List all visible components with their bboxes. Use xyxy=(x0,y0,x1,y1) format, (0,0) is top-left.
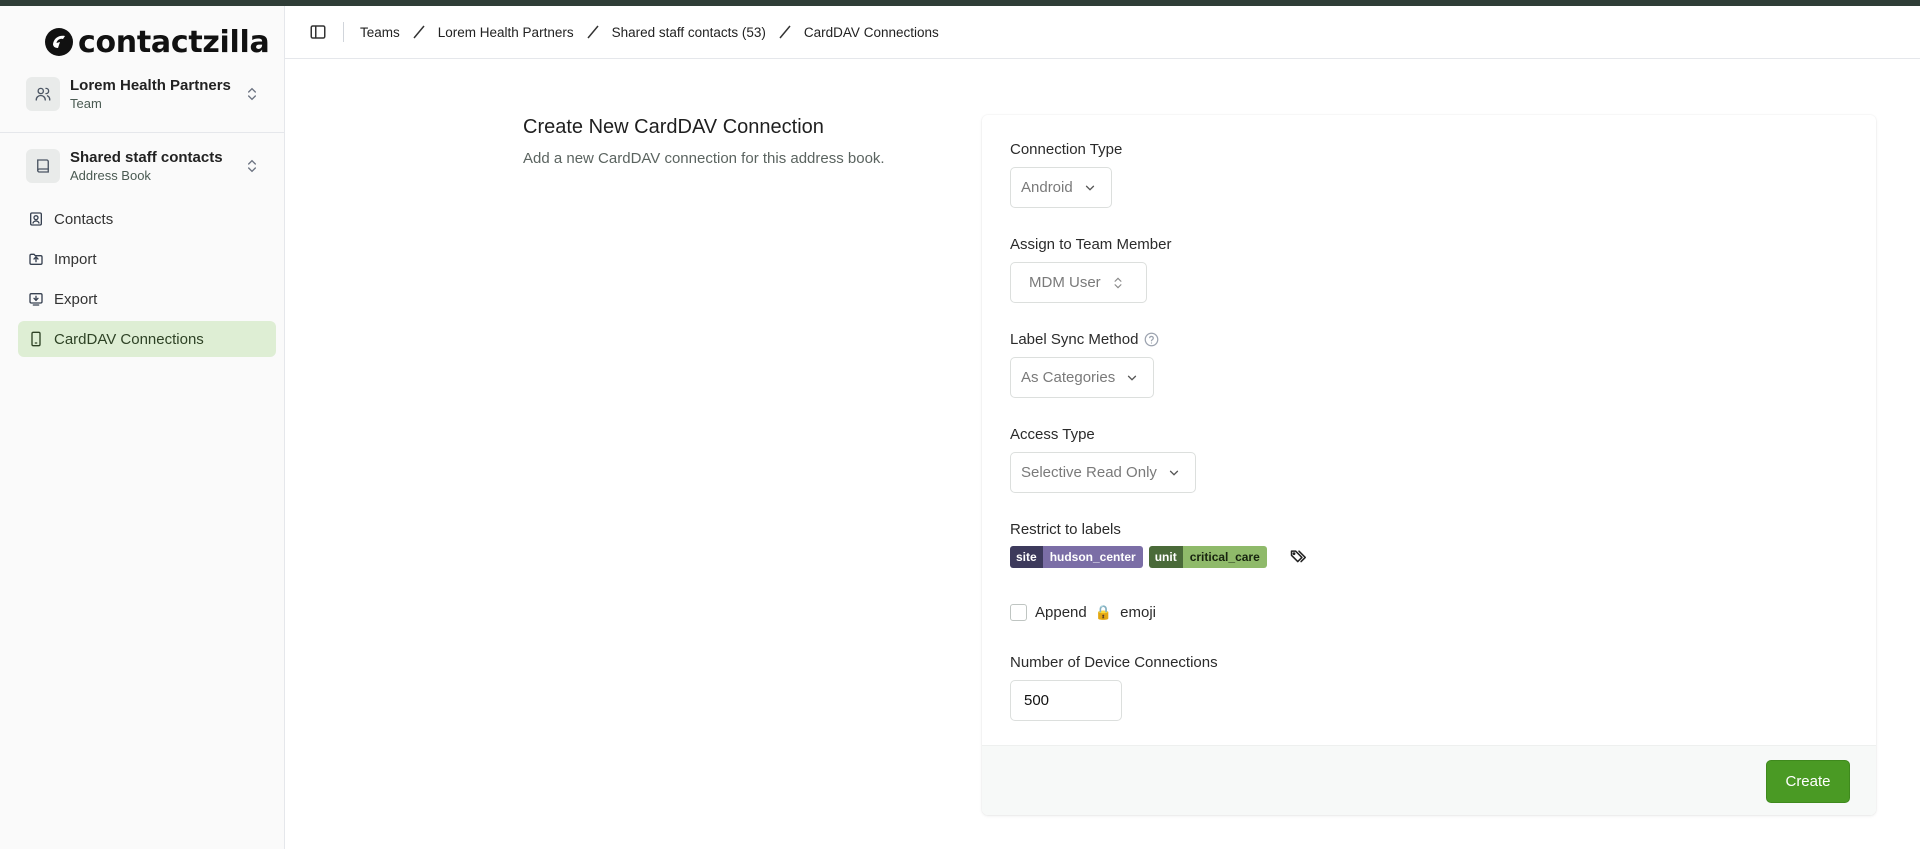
create-button[interactable]: Create xyxy=(1766,760,1850,803)
append-emoji-label-suffix: emoji xyxy=(1120,604,1157,621)
connection-form-card: Connection Type Android Assign to Team M… xyxy=(982,115,1876,815)
breadcrumb-teams[interactable]: Teams xyxy=(360,25,400,40)
access-type-label-text: Access Type xyxy=(1010,426,1095,443)
breadcrumb-separator-icon xyxy=(413,25,425,39)
team-member-value: MDM User xyxy=(1029,274,1101,291)
chevrons-up-down-icon xyxy=(248,87,256,101)
device-connections-label: Number of Device Connections xyxy=(1010,654,1218,671)
sidebar-item-label: Export xyxy=(54,290,98,308)
team-name: Lorem Health Partners xyxy=(70,77,231,94)
help-circle-icon[interactable] xyxy=(1144,332,1159,347)
sidebar-item-label: CardDAV Connections xyxy=(54,330,204,348)
chevron-down-icon xyxy=(1169,470,1179,476)
sidebar-item-contacts[interactable]: Contacts xyxy=(18,201,276,237)
smartphone-icon xyxy=(31,331,41,347)
breadcrumb-address-book[interactable]: Shared staff contacts (53) xyxy=(612,25,766,40)
restrict-labels-label: Restrict to labels xyxy=(1010,521,1121,538)
device-connections-label-text: Number of Device Connections xyxy=(1010,654,1218,671)
access-type-label: Access Type xyxy=(1010,426,1095,443)
device-connections-value: 500 xyxy=(1024,692,1050,709)
label-sync-method-value: As Categories xyxy=(1021,369,1116,386)
restrict-labels-list: site hudson_center unit critical_care xyxy=(1010,546,1309,568)
breadcrumb-separator-icon xyxy=(587,25,599,39)
restrict-labels-label-text: Restrict to labels xyxy=(1010,521,1121,538)
team-switcher[interactable]: Lorem Health Partners Team xyxy=(18,66,268,122)
label-tag-key: unit xyxy=(1148,546,1183,568)
append-emoji-label-prefix: Append xyxy=(1035,604,1087,621)
address-book-subtitle: Address Book xyxy=(70,168,151,183)
device-connections-input[interactable]: 500 xyxy=(1010,680,1122,721)
append-emoji-checkbox[interactable] xyxy=(1010,604,1027,621)
connection-type-select[interactable]: Android xyxy=(1010,167,1112,208)
label-sync-method-select[interactable]: As Categories xyxy=(1010,357,1154,398)
sidebar-item-import[interactable]: Import xyxy=(18,241,276,277)
team-member-label-text: Assign to Team Member xyxy=(1010,236,1172,253)
access-type-select[interactable]: Selective Read Only xyxy=(1010,452,1196,493)
chevron-down-icon xyxy=(1085,185,1094,191)
book-icon xyxy=(26,149,60,183)
lock-emoji: 🔒 xyxy=(1094,604,1113,620)
import-icon xyxy=(29,253,43,265)
connection-type-value: Android xyxy=(1021,179,1073,196)
label-sync-method-label: Label Sync Method xyxy=(1010,331,1159,348)
logo-mark-icon xyxy=(45,28,73,56)
access-type-value: Selective Read Only xyxy=(1021,464,1157,481)
contact-card-icon xyxy=(30,212,42,226)
connection-type-label: Connection Type xyxy=(1010,141,1122,158)
label-tag-value: hudson_center xyxy=(1042,546,1143,568)
chevrons-up-down-icon xyxy=(1114,277,1122,288)
users-icon xyxy=(26,77,60,111)
sidebar-item-carddav-connections[interactable]: CardDAV Connections xyxy=(18,321,276,357)
chevron-down-icon xyxy=(1128,375,1137,381)
tags-icon[interactable] xyxy=(1289,547,1309,567)
address-book-name: Shared staff contacts xyxy=(70,149,223,166)
top-header: Teams Lorem Health Partners Shared staff… xyxy=(285,6,1920,59)
label-tag-unit[interactable]: unit critical_care xyxy=(1148,546,1267,568)
breadcrumb-team[interactable]: Lorem Health Partners xyxy=(438,25,574,40)
header-divider xyxy=(343,22,344,42)
sidebar-divider xyxy=(0,132,285,133)
connection-type-label-text: Connection Type xyxy=(1010,141,1123,158)
breadcrumb-separator-icon xyxy=(779,25,791,39)
page-subtitle: Add a new CardDAV connection for this ad… xyxy=(523,150,885,167)
brand-logo[interactable]: contactzilla xyxy=(44,22,270,62)
sidebar: contactzilla Lorem Health Partners Team … xyxy=(0,6,285,849)
team-subtitle: Team xyxy=(70,96,102,111)
chevrons-up-down-icon xyxy=(248,159,256,173)
page-title: Create New CardDAV Connection xyxy=(523,116,824,138)
sidebar-item-export[interactable]: Export xyxy=(18,281,276,317)
form-footer: Create xyxy=(982,745,1876,815)
sidebar-item-label: Import xyxy=(54,250,97,268)
team-member-label: Assign to Team Member xyxy=(1010,236,1171,253)
sidebar-item-label: Contacts xyxy=(54,210,114,228)
breadcrumb-current: CardDAV Connections xyxy=(803,24,939,40)
address-book-switcher[interactable]: Shared staff contacts Address Book xyxy=(18,138,268,194)
export-icon xyxy=(29,293,43,306)
label-tag-key: site xyxy=(1010,546,1043,568)
label-sync-method-label-text: Label Sync Method xyxy=(1010,331,1139,348)
append-emoji-row: Append 🔒 emoji xyxy=(1010,604,1156,621)
team-member-select[interactable]: MDM User xyxy=(1010,262,1147,303)
sidebar-nav: Contacts Import Export CardDAV Connectio… xyxy=(18,201,276,361)
breadcrumb: Teams Lorem Health Partners Shared staff… xyxy=(360,23,939,41)
label-tag-site[interactable]: site hudson_center xyxy=(1010,546,1143,568)
brand-name: contactzilla xyxy=(78,24,270,60)
label-tag-value: critical_care xyxy=(1182,546,1267,568)
sidebar-toggle-icon[interactable] xyxy=(309,23,327,41)
